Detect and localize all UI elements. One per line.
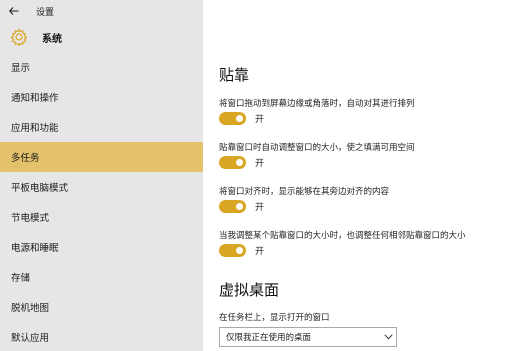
- sidebar-item-notifications[interactable]: 通知和操作: [0, 82, 203, 112]
- sidebar-item-apps[interactable]: 应用和功能: [0, 112, 203, 142]
- snap-resize-label: 当我调整某个贴靠窗口的大小时，也调整任何相邻贴靠窗口的大小: [219, 231, 466, 241]
- sidebar-item-display[interactable]: 显示: [0, 52, 203, 82]
- sidebar-item-offline-maps[interactable]: 脱机地图: [0, 292, 203, 322]
- toggle-knob: [236, 115, 243, 122]
- snap-arrange-label: 将窗口拖动到屏幕边缘或角落时，自动对其进行排列: [219, 99, 415, 109]
- toggle-knob: [236, 203, 243, 210]
- snap-heading: 贴靠: [219, 66, 250, 84]
- section-title: 系统: [42, 33, 62, 45]
- title-bar: 设置: [0, 0, 203, 22]
- snap-arrange-toggle-row: 开: [219, 112, 264, 125]
- snap-fill-toggle[interactable]: [219, 156, 246, 169]
- taskbar-windows-value: 仅限我正在使用的桌面: [226, 333, 312, 343]
- taskbar-windows-dropdown[interactable]: 仅限我正在使用的桌面: [219, 327, 397, 347]
- window-title: 设置: [36, 7, 55, 18]
- snap-resize-toggle-row: 开: [219, 244, 264, 257]
- sidebar-item-power-sleep[interactable]: 电源和睡眠: [0, 232, 203, 262]
- back-button[interactable]: [0, 0, 28, 22]
- snap-resize-toggle[interactable]: [219, 244, 246, 257]
- snap-resize-state: 开: [255, 247, 265, 257]
- virtual-desktop-heading: 虚拟桌面: [219, 281, 280, 299]
- snap-assist-state: 开: [255, 203, 265, 213]
- toggle-knob: [236, 247, 243, 254]
- toggle-knob: [236, 159, 243, 166]
- snap-fill-toggle-row: 开: [219, 156, 264, 169]
- snap-arrange-state: 开: [255, 115, 265, 125]
- snap-assist-toggle[interactable]: [219, 200, 246, 213]
- sidebar: 设置 系统 显示 通知和操作 应用和功能 多任务 平板电脑模式 节电模式 电源和…: [0, 0, 203, 351]
- sidebar-nav: 显示 通知和操作 应用和功能 多任务 平板电脑模式 节电模式 电源和睡眠 存储 …: [0, 52, 203, 351]
- sidebar-item-default-apps[interactable]: 默认应用: [0, 322, 203, 351]
- snap-fill-label: 贴靠窗口时自动调整窗口的大小，使之填满可用空间: [219, 143, 415, 153]
- gear-icon: [10, 28, 28, 46]
- section-header: 系统: [0, 24, 203, 50]
- snap-assist-label: 将窗口对齐时，显示能够在其旁边对齐的内容: [219, 187, 390, 197]
- back-arrow-icon: [9, 7, 19, 15]
- chevron-down-icon: [380, 334, 396, 340]
- snap-assist-toggle-row: 开: [219, 200, 264, 213]
- snap-fill-state: 开: [255, 159, 265, 169]
- sidebar-item-storage[interactable]: 存储: [0, 262, 203, 292]
- taskbar-windows-label: 在任务栏上，显示打开的窗口: [219, 313, 330, 323]
- sidebar-item-multitasking[interactable]: 多任务: [0, 142, 203, 172]
- sidebar-item-battery-saver[interactable]: 节电模式: [0, 202, 203, 232]
- settings-window: 设置 系统 显示 通知和操作 应用和功能 多任务 平板电脑模式 节电模式 电源和…: [0, 0, 510, 351]
- content-pane: 贴靠 将窗口拖动到屏幕边缘或角落时，自动对其进行排列 开 贴靠窗口时自动调整窗口…: [203, 0, 510, 351]
- sidebar-item-tablet-mode[interactable]: 平板电脑模式: [0, 172, 203, 202]
- snap-arrange-toggle[interactable]: [219, 112, 246, 125]
